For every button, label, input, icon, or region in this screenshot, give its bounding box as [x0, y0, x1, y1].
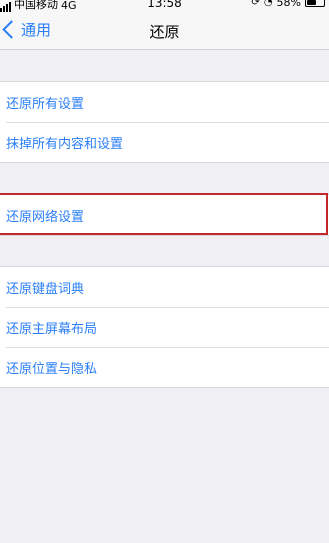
alarm-icon: ◔: [263, 0, 273, 8]
reset-group-3: 还原键盘词典 还原主屏幕布局 还原位置与隐私: [0, 266, 329, 388]
battery-icon: [305, 0, 325, 7]
reset-network-settings-item[interactable]: 还原网络设置: [0, 195, 329, 235]
list-item-label: 还原键盘词典: [6, 281, 85, 297]
reset-location-privacy-item[interactable]: 还原位置与隐私: [0, 347, 329, 387]
reset-all-settings-item[interactable]: 还原所有设置: [0, 82, 329, 122]
erase-all-content-item[interactable]: 抹掉所有内容和设置: [0, 122, 329, 162]
status-bar: 中国移动 4G 13:58 ⟳ ◔ 58%: [0, 0, 329, 12]
reset-keyboard-dictionary-item[interactable]: 还原键盘词典: [0, 267, 329, 307]
status-right: ⟳ ◔ 58%: [251, 0, 325, 9]
list-item-label: 还原位置与隐私: [6, 361, 98, 377]
reset-group-1: 还原所有设置 抹掉所有内容和设置: [0, 81, 329, 163]
list-item-label: 还原所有设置: [6, 96, 85, 112]
reset-group-2: 还原网络设置: [0, 194, 329, 236]
list-item-label: 还原主屏幕布局: [6, 321, 98, 337]
orientation-lock-icon: ⟳: [251, 0, 260, 8]
navigation-bar: 通用 还原: [0, 12, 329, 50]
list-item-label: 还原网络设置: [6, 209, 85, 225]
battery-fill: [307, 0, 316, 5]
battery-percentage: 58%: [276, 0, 301, 9]
reset-home-screen-layout-item[interactable]: 还原主屏幕布局: [0, 307, 329, 347]
page-title: 还原: [149, 23, 180, 41]
list-item-label: 抹掉所有内容和设置: [6, 136, 124, 152]
